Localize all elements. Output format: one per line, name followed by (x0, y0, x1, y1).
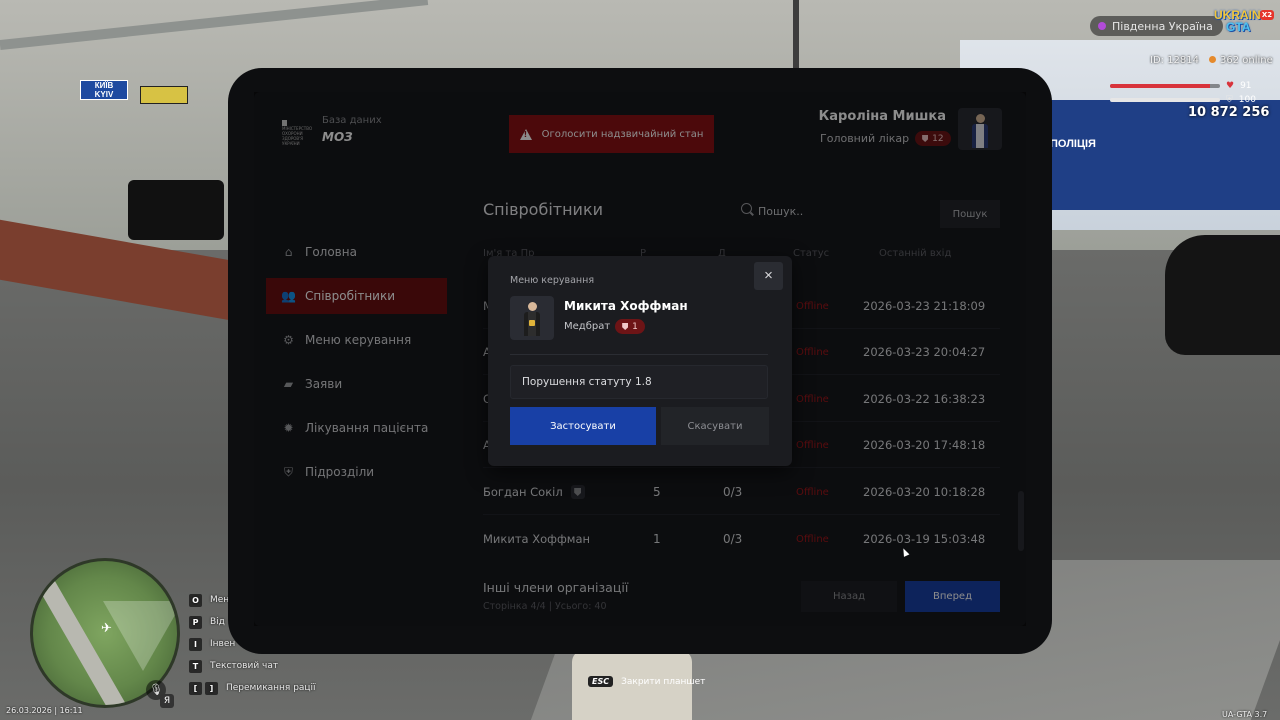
road-sign-line2: KYIV (94, 90, 114, 99)
armor-value: 100 (1238, 95, 1256, 105)
region-dot-icon (1098, 22, 1106, 30)
hotkey-key: O (189, 593, 202, 607)
game-logo-line2: GTA (1226, 20, 1251, 34)
hotkey-label: Інвен (210, 639, 236, 649)
control-menu-modal: Меню керування × Микита Хоффман Медбрат … (488, 256, 792, 466)
player-arrow-icon: ✈ (101, 621, 112, 636)
employee-role: Медбрат 1 (564, 319, 645, 334)
rank-badge: 1 (615, 319, 645, 334)
hotkey-keys: [] (189, 681, 218, 695)
road-sign-line1: КИЇВ (94, 81, 114, 90)
health-bar-row: ♥ 91 (1110, 81, 1252, 91)
logo-multiplier-badge: X2 (1260, 10, 1274, 20)
game-version: UA-GTA 3.7 (1222, 710, 1268, 719)
online-dot-icon (1209, 56, 1217, 63)
rank-value: 1 (632, 321, 638, 332)
hotkey-label: Мен (210, 595, 230, 605)
health-heart-icon: ♥ (1226, 81, 1235, 91)
region-label: Південна Україна (1112, 19, 1213, 33)
parked-car (1165, 235, 1280, 355)
hotkey-row: [] Перемикання рації (189, 677, 316, 699)
employee-role-label: Медбрат (564, 321, 611, 332)
online-count-wrap: 362 online (1209, 55, 1273, 66)
armor-bar (1110, 98, 1220, 102)
hotkey-label: Від (210, 617, 225, 627)
esc-key: ESC (588, 676, 614, 687)
close-button[interactable]: × (754, 262, 783, 290)
cancel-button[interactable]: Скасувати (661, 407, 769, 445)
health-value: 91 (1240, 81, 1252, 91)
money-balance: 10 872 256 (1188, 105, 1270, 120)
hotkey-label: Перемикання рації (226, 683, 316, 693)
datetime: 26.03.2026 | 16:11 (6, 706, 83, 715)
armor-bar-row: ⛨ 100 (1110, 95, 1256, 105)
hotkey-key: T (189, 659, 202, 673)
employee-name: Микита Хоффман (564, 299, 688, 313)
close-tablet-label: Закрити планшет (621, 676, 706, 687)
rank-shield-icon (622, 323, 629, 330)
avatar-badge-icon (529, 320, 535, 326)
employee-avatar (510, 296, 554, 340)
region-indicator: Південна Україна (1090, 16, 1223, 36)
language-indicator: Я (160, 694, 174, 708)
player-id: ID: 12814 (1150, 55, 1200, 66)
online-count: 362 online (1220, 55, 1273, 66)
road-sign-secondary (140, 86, 188, 104)
reason-input[interactable] (510, 365, 768, 399)
hotkey-key: P (189, 615, 202, 629)
armor-shield-icon: ⛨ (1226, 95, 1233, 105)
minimap-view-cone (103, 601, 177, 671)
divider (510, 354, 768, 355)
modal-title: Меню керування (510, 275, 595, 286)
hotkey-label: Текстовий чат (210, 661, 279, 671)
hotkey-key: [ (189, 681, 202, 695)
road-sign: КИЇВ KYIV (80, 80, 128, 100)
parked-jeep (128, 180, 224, 240)
hotkey-key: ] (205, 681, 218, 695)
hotkey-key: I (189, 637, 202, 651)
health-bar (1110, 84, 1220, 88)
hotkey-row: T Текстовий чат (189, 655, 316, 677)
player-stats: ID: 12814 362 online (1150, 55, 1273, 66)
apply-button[interactable]: Застосувати (510, 407, 656, 445)
police-sign: ПОЛІЦІЯ (1050, 138, 1096, 150)
close-tablet-hint: ESC Закрити планшет (588, 676, 705, 687)
street-lamp (793, 0, 799, 70)
